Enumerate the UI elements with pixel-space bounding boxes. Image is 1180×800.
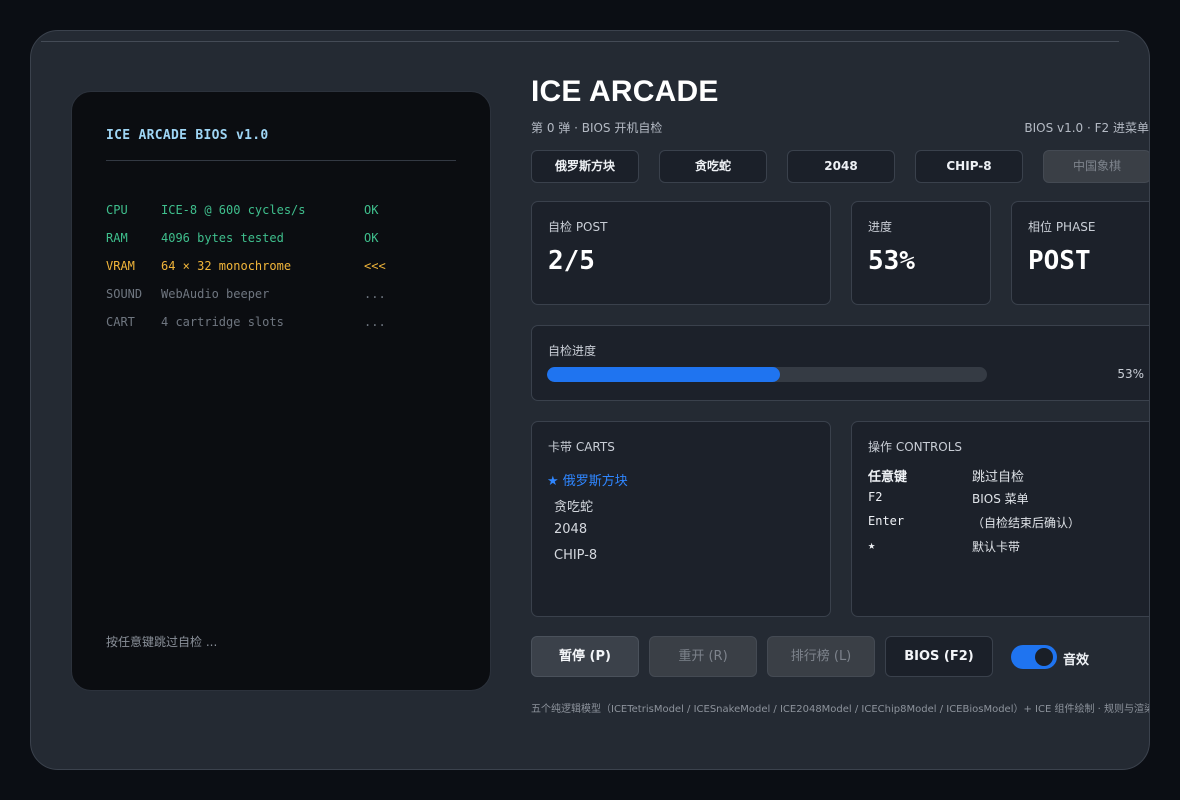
toggle-knob [1035, 648, 1053, 666]
bios-terminal-screen: ICE ARCADE BIOS v1.0 CPU ICE-8 @ 600 cyc… [71, 91, 491, 691]
terminal-status: ... [364, 287, 386, 301]
selftest-card: 自检进度 53% [531, 325, 1149, 401]
tab-chip8[interactable]: CHIP-8 [915, 150, 1023, 183]
control-row: 任意键 跳过自检 [868, 466, 1148, 485]
selftest-progress-fill [547, 367, 781, 382]
tab-2048[interactable]: 2048 [787, 150, 895, 183]
carts-label: 卡带 CARTS [548, 440, 615, 454]
terminal-detail: 4096 bytes tested [161, 231, 284, 245]
progress-value: 53% [868, 246, 915, 276]
tab-tetris[interactable]: 俄罗斯方块 [531, 150, 639, 183]
restart-button[interactable]: 重开 (R) [649, 636, 757, 677]
terminal-device: CART [106, 315, 135, 329]
phase-label: 相位 PHASE [1028, 220, 1096, 234]
terminal-detail: 64 × 32 monochrome [161, 259, 292, 273]
control-key: ★ [868, 538, 876, 552]
post-label: 自检 POST [548, 220, 608, 234]
terminal-status: OK [364, 203, 379, 217]
selftest-progress-bar [547, 367, 987, 382]
cart-item-snake[interactable]: 贪吃蛇 [554, 496, 593, 515]
pause-button[interactable]: 暂停 (P) [531, 636, 639, 677]
terminal-device: CPU [106, 203, 128, 217]
terminal-device: VRAM [106, 259, 135, 273]
cart-item-tetris[interactable]: ★ 俄罗斯方块 [547, 470, 628, 489]
terminal-title: ICE ARCADE BIOS v1.0 [106, 128, 269, 143]
version-info: BIOS v1.0 · F2 进菜单 [1024, 121, 1149, 135]
controls-card: 操作 CONTROLS 任意键 跳过自检 F2 BIOS 菜单 Enter （自… [851, 421, 1149, 617]
control-key: 任意键 [868, 470, 908, 485]
terminal-detail: WebAudio beeper [161, 287, 270, 301]
window-top-divider [41, 41, 1119, 42]
bios-button[interactable]: BIOS (F2) [885, 636, 993, 677]
control-row: Enter （自检结束后确认） [868, 514, 1148, 530]
cart-item-chip8[interactable]: CHIP-8 [554, 548, 597, 563]
terminal-status: OK [364, 231, 379, 245]
selftest-label: 自检进度 [548, 344, 597, 358]
terminal-device: RAM [106, 231, 128, 245]
control-action: 跳过自检 [972, 470, 1025, 485]
sound-label: 音效 [1063, 653, 1090, 668]
phase-value: POST [1028, 246, 1091, 276]
control-action: BIOS 菜单 [972, 492, 1029, 506]
sound-toggle[interactable] [1011, 645, 1057, 669]
controls-label: 操作 CONTROLS [868, 440, 963, 454]
post-card: 自检 POST 2/5 [531, 201, 831, 305]
control-key: F2 [868, 490, 883, 504]
post-value: 2/5 [548, 246, 595, 276]
terminal-device: SOUND [106, 287, 143, 301]
control-row: F2 BIOS 菜单 [868, 490, 1148, 506]
progress-card: 进度 53% [851, 201, 991, 305]
control-key: Enter [868, 514, 905, 528]
terminal-status: ... [364, 315, 386, 329]
skip-hint: 按任意键跳过自检 ... [106, 635, 218, 649]
cart-item-2048[interactable]: 2048 [554, 522, 587, 537]
control-row: ★ 默认卡带 [868, 538, 1148, 554]
control-action: （自检结束后确认） [972, 516, 1081, 530]
carts-card: 卡带 CARTS ★ 俄罗斯方块 贪吃蛇 2048 CHIP-8 [531, 421, 831, 617]
progress-label: 进度 [868, 220, 893, 234]
control-action: 默认卡带 [972, 540, 1021, 554]
app-window: ICE ARCADE BIOS v1.0 CPU ICE-8 @ 600 cyc… [30, 30, 1150, 770]
terminal-divider [106, 160, 456, 161]
selftest-percent: 53% [1117, 367, 1144, 381]
phase-card: 相位 PHASE POST [1011, 201, 1149, 305]
terminal-detail: ICE-8 @ 600 cycles/s [161, 203, 306, 217]
page-subtitle: 第 0 弹 · BIOS 开机自检 [531, 121, 663, 135]
tab-xiangqi[interactable]: 中国象棋 [1043, 150, 1149, 183]
leaderboard-button[interactable]: 排行榜 (L) [767, 636, 875, 677]
footer-note: 五个纯逻辑模型（ICETetrisModel / ICESnakeModel /… [531, 704, 1150, 715]
tab-snake[interactable]: 贪吃蛇 [659, 150, 767, 183]
terminal-status: <<< [364, 259, 386, 273]
page-title: ICE ARCADE [531, 75, 719, 108]
terminal-detail: 4 cartridge slots [161, 315, 284, 329]
